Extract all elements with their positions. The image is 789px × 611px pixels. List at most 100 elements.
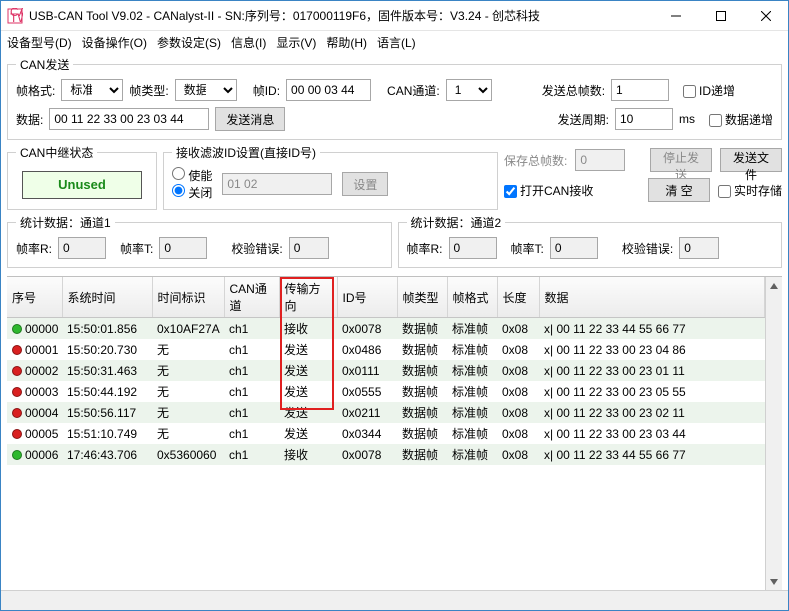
ch1-rate-r-value [58,237,106,259]
data-grid-wrap: 序号 系统时间 时间标识 CAN通道 传输方向 ID号 帧类型 帧格式 长度 数… [7,276,782,590]
menu-param-set[interactable]: 参数设定(S) [157,34,221,51]
status-dot [12,345,22,355]
ch2-err-value [679,237,719,259]
col-fformat[interactable]: 帧格式 [447,277,497,318]
realtime-save-checkbox[interactable] [718,185,731,198]
scroll-down-icon[interactable] [767,573,782,590]
status-dot [12,387,22,397]
ch2-rate-t-value [550,237,598,259]
realtime-save-label[interactable]: 实时存储 [718,182,782,199]
id-inc-checkbox[interactable] [683,85,696,98]
can-send-legend: CAN发送 [16,56,73,73]
table-row[interactable]: 0000215:50:31.463无ch1发送0x0111数据帧标准帧0x08x… [7,360,765,381]
open-can-recv-checkbox[interactable] [504,185,517,198]
col-timemark[interactable]: 时间标识 [152,277,224,318]
frame-format-label: 帧格式: [16,82,55,99]
stats-ch2-group: 统计数据：通道2 帧率R: 帧率T: 校验错误: [398,214,783,268]
filter-group: 接收滤波ID设置(直接ID号) 使能 关闭 设置 [163,144,498,210]
data-label: 数据: [16,111,43,128]
table-row[interactable]: 0000315:50:44.192无ch1发送0x0555数据帧标准帧0x08x… [7,381,765,402]
can-channel-select[interactable]: 1 [446,79,492,101]
frame-id-label: 帧ID: [253,82,280,99]
clear-button[interactable]: 清 空 [648,178,710,202]
status-dot [12,429,22,439]
can-send-group: CAN发送 帧格式: 标准帧 帧类型: 数据帧 帧ID: CAN通道: 1 发送… [7,56,782,140]
data-input[interactable] [49,108,209,130]
app-icon: CANTW [7,8,23,24]
send-period-input[interactable] [615,108,673,130]
ch2-rate-t-label: 帧率T: [511,240,544,257]
frame-format-select[interactable]: 标准帧 [61,79,123,101]
menu-language[interactable]: 语言(L) [377,34,416,51]
scroll-up-icon[interactable] [767,277,782,294]
col-seq[interactable]: 序号 [7,277,62,318]
window-title: USB-CAN Tool V9.02 - CANalyst-II - SN:序列… [29,7,653,24]
filter-disable-radio-label[interactable]: 关闭 [172,186,212,200]
vertical-scrollbar[interactable] [765,277,782,590]
col-systime[interactable]: 系统时间 [62,277,152,318]
send-period-label: 发送周期: [558,111,609,128]
filter-ids-input [222,173,332,195]
stats-ch2-legend: 统计数据：通道2 [407,214,506,231]
menu-display[interactable]: 显示(V) [276,34,316,51]
table-row[interactable]: 0000617:46:43.7060x5360060ch1接收0x0078数据帧… [7,444,765,465]
filter-disable-radio[interactable] [172,184,185,197]
menu-device-op[interactable]: 设备操作(O) [82,34,147,51]
col-len[interactable]: 长度 [497,277,539,318]
send-msg-button[interactable]: 发送消息 [215,107,285,131]
titlebar: CANTW USB-CAN Tool V9.02 - CANalyst-II -… [1,1,788,31]
svg-text:TW: TW [10,11,23,24]
minimize-button[interactable] [653,1,698,30]
table-row[interactable]: 0000115:50:20.730无ch1发送0x0486数据帧标准帧0x08x… [7,339,765,360]
open-can-recv-label[interactable]: 打开CAN接收 [504,182,593,199]
table-row[interactable]: 0000415:50:56.117无ch1发送0x0211数据帧标准帧0x08x… [7,402,765,423]
data-inc-checkbox-label[interactable]: 数据递增 [709,111,773,128]
ch2-rate-r-label: 帧率R: [407,240,443,257]
relay-legend: CAN中继状态 [16,144,97,161]
stats-ch1-group: 统计数据：通道1 帧率R: 帧率T: 校验错误: [7,214,392,268]
statusbar [1,590,788,610]
data-inc-checkbox[interactable] [709,114,722,127]
ch1-rate-t-label: 帧率T: [120,240,153,257]
id-inc-checkbox-label[interactable]: ID递增 [683,82,735,99]
col-channel[interactable]: CAN通道 [224,277,279,318]
data-grid[interactable]: 序号 系统时间 时间标识 CAN通道 传输方向 ID号 帧类型 帧格式 长度 数… [7,277,765,590]
col-data[interactable]: 数据 [539,277,765,318]
filter-enable-radio-label[interactable]: 使能 [172,169,212,183]
close-button[interactable] [743,1,788,30]
table-row[interactable]: 0000515:51:10.749无ch1发送0x0344数据帧标准帧0x08x… [7,423,765,444]
stats-ch1-legend: 统计数据：通道1 [16,214,115,231]
col-ftype[interactable]: 帧类型 [397,277,447,318]
col-dir[interactable]: 传输方向 [279,277,337,318]
send-period-unit: ms [679,112,695,126]
right-controls: 保存总帧数: 停止发送 发送文件 打开CAN接收 清 空 实时存储 [504,144,782,210]
status-dot [12,450,22,460]
frame-type-select[interactable]: 数据帧 [175,79,237,101]
frame-type-label: 帧类型: [129,82,168,99]
menu-info[interactable]: 信息(I) [231,34,266,51]
ch1-rate-r-label: 帧率R: [16,240,52,257]
status-dot [12,408,22,418]
send-file-button[interactable]: 发送文件 [720,148,782,172]
relay-unused-button[interactable]: Unused [22,171,142,199]
menu-device-model[interactable]: 设备型号(D) [7,34,72,51]
col-id[interactable]: ID号 [337,277,397,318]
total-frames-input[interactable] [611,79,669,101]
frame-id-input[interactable] [286,79,371,101]
menu-help[interactable]: 帮助(H) [326,34,367,51]
maximize-button[interactable] [698,1,743,30]
save-frames-input [575,149,625,171]
filter-set-button: 设置 [342,172,388,196]
filter-enable-radio[interactable] [172,167,185,180]
ch1-err-label: 校验错误: [231,240,282,257]
stop-send-button: 停止发送 [650,148,712,172]
status-dot [12,366,22,376]
ch1-err-value [289,237,329,259]
can-channel-label: CAN通道: [387,82,440,99]
ch1-rate-t-value [159,237,207,259]
menubar: 设备型号(D) 设备操作(O) 参数设定(S) 信息(I) 显示(V) 帮助(H… [1,31,788,53]
ch2-rate-r-value [449,237,497,259]
save-frames-label: 保存总帧数: [504,152,567,169]
status-dot [12,324,22,334]
table-row[interactable]: 0000015:50:01.8560x10AF27Ach1接收0x0078数据帧… [7,318,765,340]
